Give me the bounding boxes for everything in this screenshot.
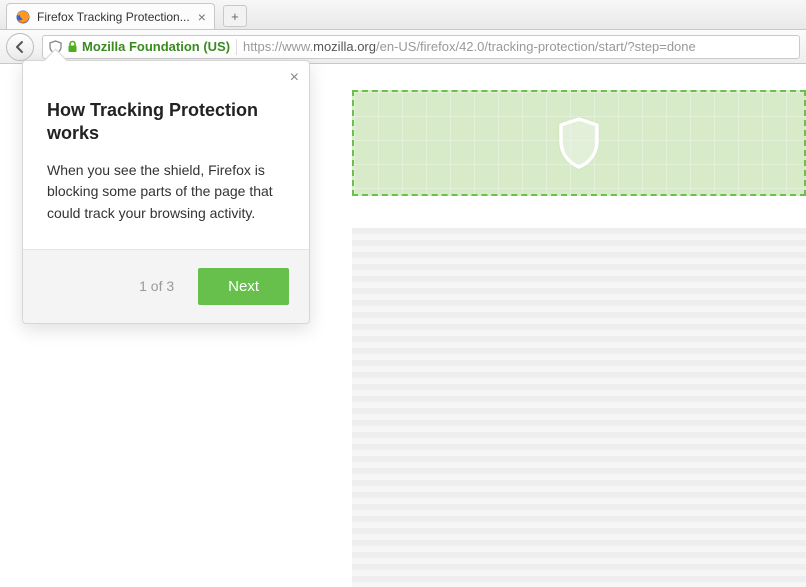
panel-close-icon[interactable]: ×: [290, 69, 299, 87]
content-placeholder-stripes: [352, 228, 806, 587]
url-separator: [236, 39, 237, 55]
arrow-left-icon: [13, 40, 27, 54]
panel-title: How Tracking Protection works: [47, 99, 285, 146]
tab-close-icon[interactable]: ×: [198, 10, 206, 24]
tracking-protection-tour-panel: × How Tracking Protection works When you…: [22, 60, 310, 324]
site-identity-label[interactable]: Mozilla Foundation (US): [82, 39, 230, 54]
back-button[interactable]: [6, 33, 34, 61]
tab-strip: Firefox Tracking Protection... × +: [0, 0, 806, 30]
plus-icon: +: [231, 9, 239, 24]
tab-title: Firefox Tracking Protection...: [37, 10, 190, 24]
browser-tab[interactable]: Firefox Tracking Protection... ×: [6, 3, 215, 29]
new-tab-button[interactable]: +: [223, 5, 247, 27]
firefox-favicon: [15, 9, 31, 25]
shield-icon: [556, 116, 602, 170]
url-bar[interactable]: Mozilla Foundation (US) https://www.mozi…: [42, 35, 800, 59]
tracking-demo-banner: [352, 90, 806, 196]
panel-description: When you see the shield, Firefox is bloc…: [47, 160, 285, 225]
next-button[interactable]: Next: [198, 268, 289, 305]
lock-icon: [67, 40, 78, 53]
step-indicator: 1 of 3: [139, 278, 174, 294]
url-text: https://www.mozilla.org/en-US/firefox/42…: [243, 39, 696, 54]
panel-footer: 1 of 3 Next: [23, 249, 309, 323]
panel-body: How Tracking Protection works When you s…: [23, 61, 309, 249]
nav-toolbar: Mozilla Foundation (US) https://www.mozi…: [0, 30, 806, 64]
